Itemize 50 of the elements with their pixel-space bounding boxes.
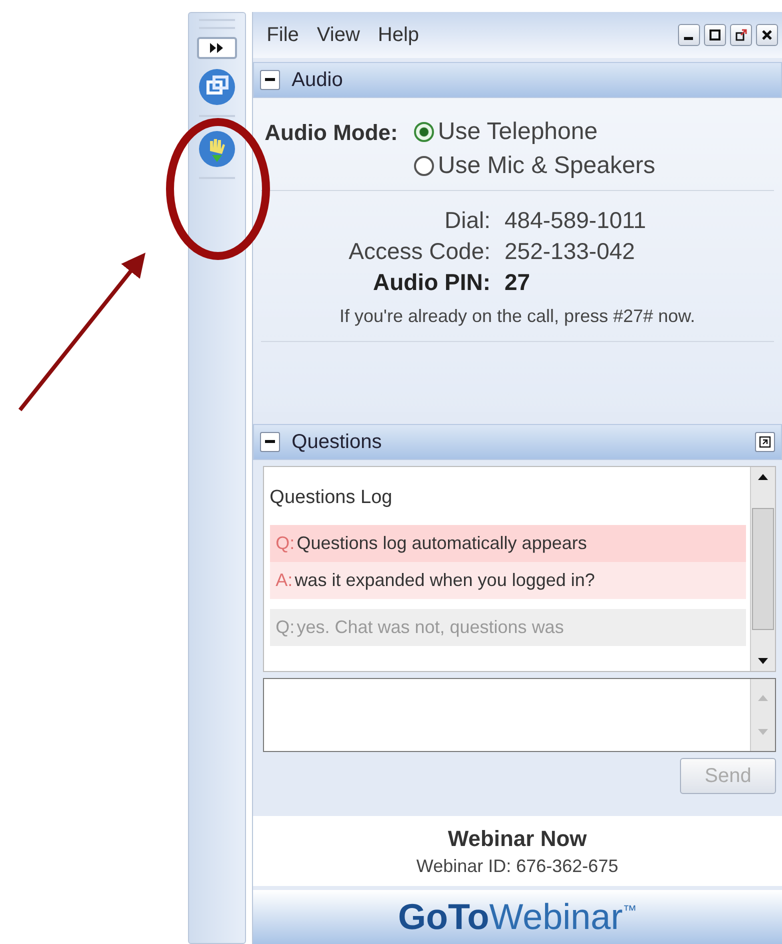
radio-button[interactable]	[414, 122, 434, 142]
option-label: Use Mic & Speakers	[438, 152, 656, 180]
raise-hand-icon[interactable]	[196, 129, 237, 169]
maximize-icon	[708, 29, 721, 41]
maximize-button[interactable]	[704, 24, 726, 46]
minus-icon	[264, 78, 275, 82]
logo: GoToWebinar™	[398, 896, 637, 938]
close-icon	[760, 29, 773, 41]
detail-label: Dial:	[444, 207, 491, 234]
log-title: Questions Log	[270, 487, 394, 509]
expand-button[interactable]	[196, 37, 237, 59]
menu-item[interactable]: View	[316, 24, 360, 46]
close-button[interactable]	[756, 24, 778, 46]
detail-value: 484-589-1011	[504, 207, 646, 234]
popout-button[interactable]	[730, 24, 752, 46]
detail-label: Access Code:	[348, 238, 491, 265]
minus-icon	[264, 440, 275, 444]
popout-icon	[758, 436, 771, 448]
detail-label: Audio PIN:	[372, 269, 491, 296]
grip-handle[interactable]	[198, 19, 235, 29]
entry-text: Questions log automatically appears	[296, 533, 587, 554]
scrollbar[interactable]	[750, 467, 775, 671]
scroll-up-icon[interactable]	[756, 473, 769, 481]
entry-prefix: Q:	[276, 617, 295, 638]
audio-mode-label: Audio Mode:	[264, 119, 398, 147]
webinar-name: Webinar Now	[448, 826, 587, 852]
scroll-down-icon[interactable]	[756, 657, 769, 665]
section-title: Questions	[292, 430, 382, 454]
pin-notice: If you're already on the call, press #27# now.	[340, 306, 696, 327]
webinar-id: Webinar ID: 676-362-675	[416, 856, 618, 876]
popout-icon	[734, 29, 747, 41]
option-label: Use Telephone	[438, 118, 598, 146]
minimize-icon	[684, 36, 694, 40]
menu-item[interactable]: File	[266, 24, 299, 46]
minimize-button[interactable]	[678, 24, 700, 46]
collapse-button[interactable]	[260, 432, 280, 452]
log-entry[interactable]: A:was it expanded when you logged in?	[270, 562, 746, 599]
collapse-button[interactable]	[260, 70, 280, 90]
radio-button[interactable]	[414, 156, 434, 176]
detail-value: 252-133-042	[504, 238, 636, 265]
entry-text: yes. Chat was not, questions was	[296, 617, 564, 638]
detail-value: 27	[504, 269, 532, 296]
windows-icon[interactable]	[196, 67, 237, 107]
entry-text: was it expanded when you logged in?	[294, 570, 595, 591]
popout-button[interactable]	[754, 432, 775, 452]
entry-prefix: Q:	[276, 533, 295, 554]
log-entry[interactable]: Q:Questions log automatically appears	[270, 525, 746, 562]
menu-item[interactable]: Help	[378, 24, 420, 46]
entry-prefix: A:	[276, 570, 293, 591]
section-title: Audio	[292, 68, 343, 92]
